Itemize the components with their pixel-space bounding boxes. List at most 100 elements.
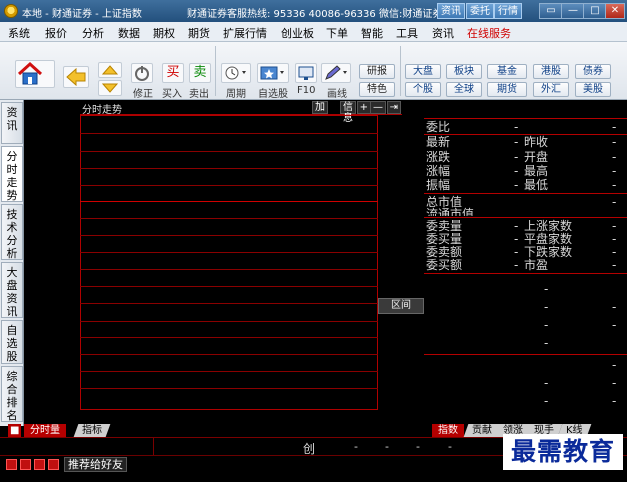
menu-futures[interactable]: 期货	[188, 25, 210, 41]
draw-line-button[interactable]	[321, 63, 351, 83]
tab-volume[interactable]: 分时量	[24, 424, 66, 437]
trade-value: -	[544, 376, 549, 390]
tab-indicator[interactable]: 指标	[73, 424, 111, 437]
trade-value: -	[612, 358, 617, 372]
sell-button[interactable]: 卖	[189, 63, 211, 83]
quote-value: -	[514, 219, 519, 233]
quote-label: 昨收	[524, 135, 549, 149]
quote-row: 涨跌 - 开盘 -	[424, 150, 627, 164]
market-button-sector[interactable]: 板块	[446, 64, 482, 79]
menu-online-service[interactable]: 在线服务	[467, 25, 511, 41]
menu-extended-quotes[interactable]: 扩展行情	[223, 25, 267, 41]
trade-value: -	[612, 318, 617, 332]
quote-row: 振幅 - 最低 -	[424, 178, 627, 192]
buy-button[interactable]: 买	[162, 63, 184, 83]
market-button-stock[interactable]: 个股	[405, 82, 441, 97]
market-button-fund[interactable]: 基金	[487, 64, 527, 79]
quote-label: 开盘	[524, 150, 549, 164]
status-value: -	[385, 440, 389, 453]
quote-value: -	[514, 258, 519, 272]
tab-index[interactable]: 指数	[432, 424, 464, 437]
restore-power-button[interactable]	[131, 63, 153, 83]
trade-value: -	[544, 300, 549, 314]
f10-label: F10	[297, 85, 316, 96]
page-down-button[interactable]	[98, 80, 122, 96]
toolbar: 修正 买 买入 卖 卖出 周期 自选股 F10 画线 研报 特色 大盘 板块 基…	[0, 42, 627, 100]
intraday-chart[interactable]: 分时走势 加 信息 + — ⇥	[24, 100, 402, 426]
quote-label: 委买量	[426, 232, 463, 246]
market-button-us[interactable]: 美股	[575, 82, 611, 97]
maximize-icon[interactable]: □	[583, 3, 607, 19]
menu-quotes[interactable]: 报价	[45, 25, 67, 41]
research-button[interactable]: 研报	[359, 64, 395, 79]
menu-news[interactable]: 资讯	[432, 25, 454, 41]
quote-row: 委卖额 - 下跌家数 -	[424, 245, 627, 259]
status-value: -	[448, 440, 452, 453]
market-button-global[interactable]: 全球	[446, 82, 482, 97]
quote-label: 下跌家数	[524, 245, 573, 259]
title-button-news[interactable]: 资讯	[437, 3, 465, 19]
left-tab-technical[interactable]: 技术分析	[1, 204, 23, 260]
menu-system[interactable]: 系统	[8, 25, 30, 41]
status-light-icon	[20, 459, 31, 470]
watchlist-button[interactable]	[257, 63, 289, 83]
quote-label: 委卖量	[426, 219, 463, 233]
quote-label: 涨跌	[426, 150, 451, 164]
market-button-bond[interactable]: 债券	[575, 64, 611, 79]
minimize-icon[interactable]: —	[561, 3, 585, 19]
menu-tools[interactable]: 工具	[396, 25, 418, 41]
left-tab-news[interactable]: 资讯	[1, 102, 23, 144]
toolbar-separator	[400, 46, 401, 96]
quote-value: -	[612, 164, 617, 178]
region-button[interactable]: 区间	[378, 298, 424, 314]
menu-gem[interactable]: 创业板	[281, 25, 314, 41]
app-logo-icon	[4, 4, 18, 18]
pencil-icon	[325, 65, 347, 80]
restore-icon[interactable]: ▭	[539, 3, 563, 19]
home-button[interactable]	[15, 60, 55, 88]
menu-smart[interactable]: 智能	[361, 25, 383, 41]
menu-analysis[interactable]: 分析	[82, 25, 104, 41]
left-tab-intraday[interactable]: 分时走势	[1, 146, 23, 202]
status-light-icon	[6, 459, 17, 470]
back-arrow-icon	[66, 67, 86, 87]
buy-label: 买入	[162, 89, 182, 100]
quote-row: 流通市值	[424, 207, 627, 216]
expand-icon[interactable]: ⇥	[386, 101, 401, 114]
quote-value: -	[514, 150, 519, 164]
f10-button[interactable]	[295, 63, 317, 83]
trade-value: -	[544, 282, 549, 296]
market-button-futures[interactable]: 期货	[487, 82, 527, 97]
quote-row: 委比 - -	[424, 120, 627, 134]
status-light-icon	[48, 459, 59, 470]
quote-value: -	[514, 178, 519, 192]
watermark-logo: 最需教育	[503, 434, 623, 470]
special-button[interactable]: 特色	[359, 82, 395, 97]
window-title: 本地 - 财通证券 - 上证指数	[22, 9, 142, 20]
back-button[interactable]	[63, 66, 89, 88]
menu-data[interactable]: 数据	[118, 25, 140, 41]
page-up-button[interactable]	[98, 62, 122, 78]
left-tab-ranking[interactable]: 综合排名	[1, 366, 23, 422]
watchlist-label: 自选股	[258, 89, 288, 100]
trade-value: -	[544, 318, 549, 332]
close-icon[interactable]: ✕	[605, 3, 625, 19]
title-button-quotes[interactable]: 行情	[494, 3, 522, 19]
divider	[424, 193, 627, 194]
market-button-index[interactable]: 大盘	[405, 64, 441, 79]
period-button[interactable]	[221, 63, 251, 83]
trade-value: -	[612, 300, 617, 314]
menu-order[interactable]: 下单	[326, 25, 348, 41]
quote-value: -	[612, 232, 617, 246]
menu-options[interactable]: 期权	[153, 25, 175, 41]
quote-value: -	[612, 150, 617, 164]
quote-label: 最低	[524, 178, 549, 192]
left-tab-market-news[interactable]: 大盘资讯	[1, 262, 23, 318]
quote-value: -	[514, 120, 519, 134]
left-tab-watchlist[interactable]: 自选股	[1, 320, 23, 364]
quote-label: 振幅	[426, 178, 451, 192]
title-button-trade[interactable]: 委托	[466, 3, 494, 19]
market-button-hk[interactable]: 港股	[533, 64, 569, 79]
recommend-button[interactable]: 推荐给好友	[64, 457, 127, 472]
market-button-forex[interactable]: 外汇	[533, 82, 569, 97]
